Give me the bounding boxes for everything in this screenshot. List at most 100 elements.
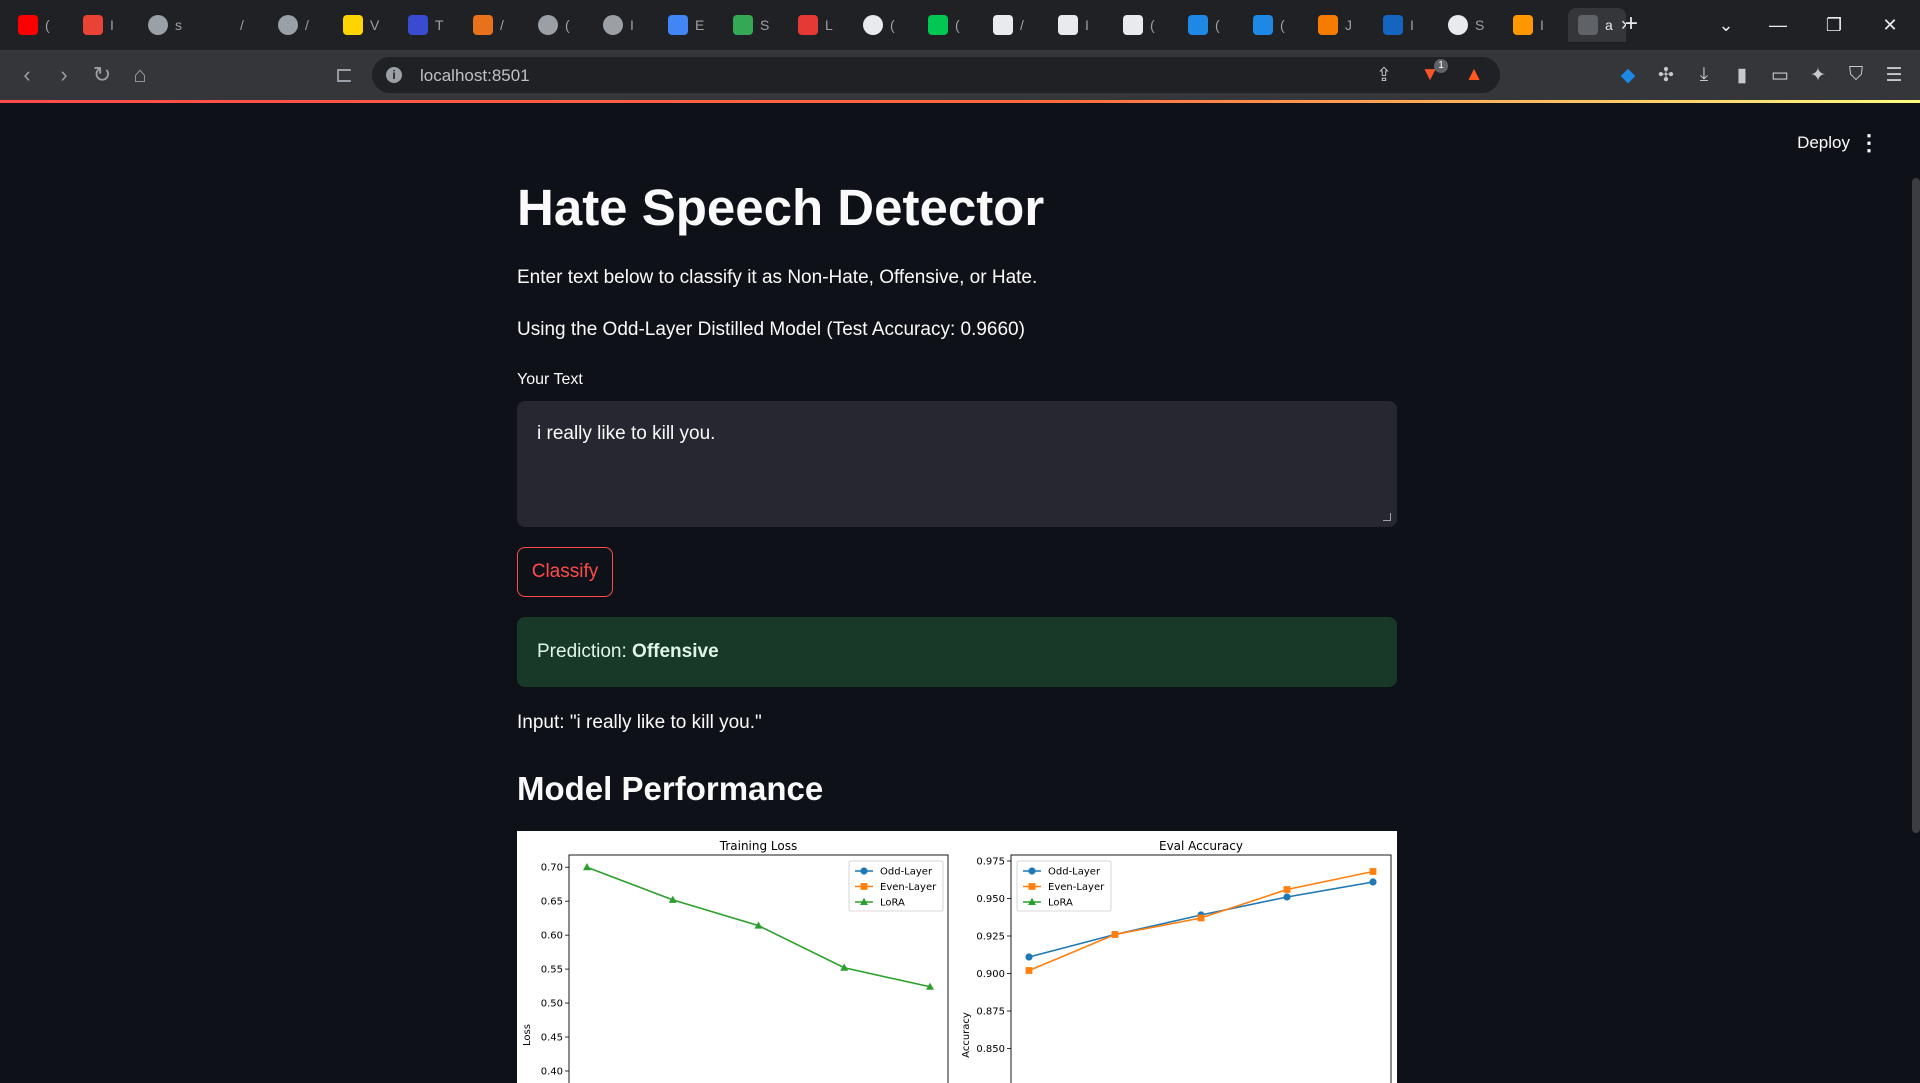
minimize-button[interactable]: —	[1750, 0, 1806, 50]
leo-ai-icon[interactable]: ✦	[1806, 63, 1830, 87]
y-tick-label: 0.50	[541, 999, 563, 1010]
extension-icon[interactable]: ◆	[1616, 63, 1640, 87]
main-menu-icon[interactable]: ⋮	[1858, 130, 1880, 156]
browser-tab[interactable]: (	[8, 8, 68, 42]
y-tick-label: 0.950	[976, 894, 1005, 905]
browser-tab[interactable]: (	[1113, 8, 1173, 42]
browser-tab[interactable]: a×	[1568, 8, 1626, 42]
youtube-icon	[18, 15, 38, 35]
close-window-button[interactable]: ✕	[1862, 0, 1918, 50]
globe-icon	[278, 15, 298, 35]
browser-tab[interactable]: /	[463, 8, 523, 42]
share-icon[interactable]: ⇪	[1372, 63, 1396, 87]
chart-legend: Odd-Layer Even-Layer LoRA	[1016, 860, 1112, 912]
legend-label: Odd-Layer	[1048, 867, 1101, 878]
app-icon	[1578, 15, 1598, 35]
globe-icon	[603, 15, 623, 35]
data-point-marker	[1111, 931, 1119, 938]
leaf-icon	[928, 15, 948, 35]
brave-rewards-icon[interactable]: ▲	[1462, 63, 1486, 87]
close-tab-icon[interactable]: ×	[1621, 15, 1626, 36]
forward-icon[interactable]: ›	[51, 62, 77, 88]
vpn-icon[interactable]: ⛉	[1844, 63, 1868, 87]
browser-tab[interactable]: I	[1503, 8, 1563, 42]
tab-title: J	[1345, 17, 1352, 33]
restore-button[interactable]: ❐	[1806, 0, 1862, 50]
browser-tab[interactable]: I	[73, 8, 133, 42]
tab-title: (	[1215, 17, 1220, 33]
tab-title: a	[1605, 17, 1613, 33]
tab-title: /	[500, 17, 504, 33]
back-icon[interactable]: ‹	[14, 62, 40, 88]
tab-title: s	[175, 17, 182, 33]
tab-title: I	[1410, 17, 1414, 33]
legend-label: Even-Layer	[880, 882, 937, 893]
prediction-prefix: Prediction:	[537, 641, 633, 662]
browser-tab[interactable]: /	[203, 8, 263, 42]
reload-icon[interactable]: ↻	[89, 62, 115, 88]
tab-search-icon[interactable]: ⌄	[1698, 0, 1754, 50]
deploy-button[interactable]: Deploy	[1797, 133, 1850, 153]
browser-tab[interactable]: (	[853, 8, 913, 42]
browser-tab[interactable]: (	[1178, 8, 1238, 42]
browser-tab[interactable]: I	[1048, 8, 1108, 42]
browser-tab[interactable]: I	[593, 8, 653, 42]
browser-tab[interactable]: (	[528, 8, 588, 42]
resize-handle-icon[interactable]	[1383, 513, 1391, 521]
classify-button[interactable]: Classify	[517, 547, 613, 597]
browser-tab[interactable]: (	[1243, 8, 1303, 42]
browser-tab[interactable]: E	[658, 8, 718, 42]
y-axis-label: Loss	[522, 1024, 533, 1046]
slash-icon	[1058, 15, 1078, 35]
legend-label: LoRA	[880, 898, 905, 909]
page-scrollbar[interactable]	[1912, 178, 1920, 833]
text-input-value: i really like to kill you.	[537, 423, 716, 444]
model-performance-heading: Model Performance	[517, 770, 824, 807]
browser-tab[interactable]: L	[788, 8, 848, 42]
menu-icon[interactable]: ☰	[1882, 63, 1906, 87]
url-text[interactable]: localhost:8501	[420, 66, 530, 86]
y-tick-label: 0.925	[976, 932, 1005, 943]
browser-tab[interactable]: V	[333, 8, 393, 42]
browser-tab[interactable]: S	[1438, 8, 1498, 42]
browser-tab[interactable]: /	[268, 8, 328, 42]
data-point-marker	[1369, 878, 1377, 886]
chart-title: Eval Accuracy	[1159, 839, 1243, 853]
browser-tab[interactable]: /	[983, 8, 1043, 42]
tab-title: /	[1020, 17, 1024, 33]
page-title: Hate Speech Detector	[517, 179, 1045, 236]
site-info-icon[interactable]: i	[386, 67, 402, 83]
browser-tab[interactable]: J	[1308, 8, 1368, 42]
openai-icon	[863, 15, 883, 35]
training-loss-chart: Training Loss Loss 0.70 0.65 0.60 0.55 0.50 0.4…	[522, 839, 949, 1083]
browser-tab[interactable]: T	[398, 8, 458, 42]
extensions-puzzle-icon[interactable]: ✣	[1654, 63, 1678, 87]
browser-tab[interactable]: S	[723, 8, 783, 42]
home-icon[interactable]: ⌂	[127, 62, 153, 88]
k-icon	[1188, 15, 1208, 35]
tab-title: (	[1150, 17, 1155, 33]
new-tab-button[interactable]: +	[1624, 12, 1638, 36]
sidebar-icon[interactable]: ▮	[1730, 63, 1754, 87]
download-icon[interactable]: ⤓	[1692, 63, 1716, 87]
browser-tab[interactable]: s	[138, 8, 198, 42]
wallet-icon[interactable]: ▭	[1768, 63, 1792, 87]
tab-title: L	[825, 17, 833, 33]
data-point-marker	[1025, 967, 1033, 974]
tab-title: I	[110, 17, 114, 33]
address-bar[interactable]: i localhost:8501 ⇪ ▼ 1 ▲	[372, 57, 1500, 93]
tab-title: T	[435, 17, 444, 33]
y-tick-label: 0.70	[541, 863, 563, 874]
data-point-marker	[1028, 867, 1036, 875]
tab-title: (	[890, 17, 895, 33]
text-input[interactable]: i really like to kill you.	[517, 401, 1397, 527]
text-input-label: Your Text	[517, 371, 583, 388]
browser-tab[interactable]: (	[918, 8, 978, 42]
browser-tab[interactable]: I	[1373, 8, 1433, 42]
tab-title: V	[370, 17, 380, 33]
description-text: Enter text below to classify it as Non-H…	[517, 267, 1038, 288]
ib-icon	[343, 15, 363, 35]
copilot-icon	[993, 15, 1013, 35]
bookmark-icon[interactable]: ⊏	[331, 62, 357, 88]
legend-label: LoRA	[1048, 898, 1073, 909]
